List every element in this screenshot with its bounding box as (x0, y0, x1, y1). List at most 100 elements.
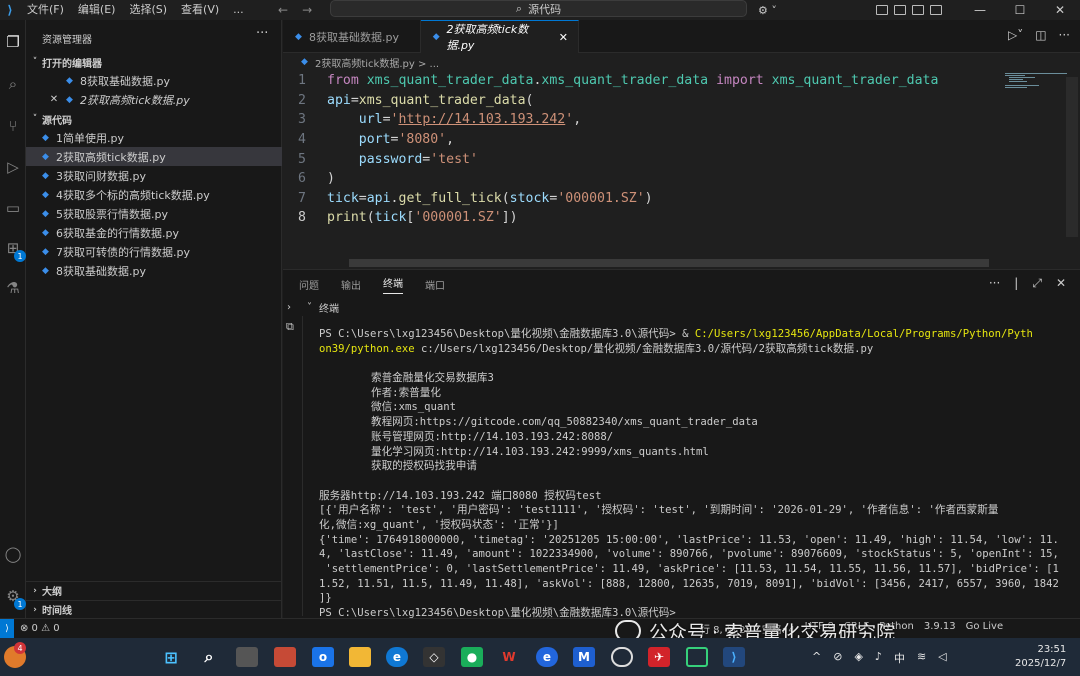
close-tab-icon[interactable]: ✕ (559, 31, 568, 44)
terminal-output[interactable]: PS C:\Users\lxg123456\Desktop\量化视频\金融数据库… (319, 327, 1069, 619)
search-view-icon[interactable]: ⌕ (3, 74, 23, 94)
code-line[interactable]: 6) (283, 169, 993, 189)
toggle-sidebar-icon[interactable] (894, 5, 906, 15)
layout-icon[interactable] (876, 5, 888, 15)
toggle-secondary-sidebar-icon[interactable] (930, 5, 942, 15)
menu-selection[interactable]: 选择(S) (122, 0, 174, 20)
remote-indicator-icon[interactable]: ⟩ (0, 618, 14, 639)
timeline-section[interactable]: › 时间线 (26, 600, 282, 618)
code-line[interactable]: 7 tick = api. get_full_tick(stock = '000001.SZ… (283, 189, 993, 209)
camera-app-icon[interactable] (611, 647, 633, 667)
file-item[interactable]: ◆ 3获取问财数据.py (26, 166, 282, 185)
folder-section[interactable]: ˅ 源代码 (26, 110, 282, 128)
menu-file[interactable]: 文件(F) (20, 0, 71, 20)
maximize-panel-icon[interactable]: ⤢ (1032, 276, 1042, 291)
search-icon[interactable]: ⌕ (198, 647, 220, 667)
code-line[interactable]: 3 url = ' http://14.103.193.242 ', (283, 110, 993, 130)
extensions-badge: 1 (14, 250, 26, 262)
editor-scrollbar[interactable] (1066, 77, 1078, 237)
close-icon[interactable]: ✕ (48, 94, 60, 105)
code-line[interactable]: 2 api = xms_quant_trader_data( (283, 91, 993, 111)
code-editor[interactable]: 1 from xms_quant_trader_data. xms_quant_tr… (283, 71, 1080, 269)
forward-arrow-icon[interactable]: → (302, 3, 312, 17)
minimap[interactable] (993, 71, 1073, 231)
close-panel-icon[interactable]: ✕ (1056, 276, 1066, 291)
breadcrumb[interactable]: ◆ 2获取高频tick数据.py > ... (283, 53, 1080, 71)
store-icon[interactable] (274, 647, 296, 667)
more-actions-icon[interactable]: ··· (1059, 28, 1070, 42)
status-item[interactable]: 3.9.13 (924, 621, 956, 636)
file-item-selected[interactable]: ◆ 2获取高频tick数据.py (26, 147, 282, 166)
tab-terminal[interactable]: 终端 (383, 275, 403, 294)
open-editor-item[interactable]: ◆ 8获取基础数据.py (26, 71, 282, 90)
tab-problems[interactable]: 问题 (299, 277, 319, 292)
menu-view[interactable]: 查看(V) (174, 0, 226, 20)
horizontal-scrollbar[interactable] (349, 259, 989, 267)
file-item[interactable]: ◆ 8获取基础数据.py (26, 261, 282, 280)
clock[interactable]: 23:51 2025/12/7 (1015, 643, 1066, 671)
edge-icon[interactable]: e (386, 647, 408, 667)
tab-output[interactable]: 输出 (341, 277, 361, 292)
panel-tabs: 问题 输出 终端 端口 (299, 270, 445, 298)
remote-explorer-icon[interactable]: ▭ (3, 198, 23, 218)
testing-icon[interactable]: ⚗ (3, 278, 23, 298)
terminal-icon[interactable]: ⧉ (286, 320, 294, 334)
command-center-search[interactable]: ⌕ 源代码 (330, 0, 747, 17)
file-item[interactable]: ◆ 7获取可转债的行情数据.py (26, 242, 282, 261)
security-icon[interactable]: ◈ (854, 650, 862, 666)
source-control-icon[interactable]: ⑂ (3, 116, 23, 136)
task-view-icon[interactable] (236, 647, 258, 667)
outlook-icon[interactable]: o (312, 647, 334, 667)
tray-chevron-icon[interactable]: ^ (812, 650, 821, 666)
back-arrow-icon[interactable]: ← (278, 3, 288, 17)
app-icon[interactable]: ◇ (423, 647, 445, 667)
close-window-icon[interactable]: ✕ (1040, 3, 1080, 17)
panel-more-icon[interactable]: ··· (989, 276, 1000, 291)
chevron-down-icon[interactable]: ˅ (307, 302, 319, 313)
code-line[interactable]: 5 password ='test' (283, 149, 993, 169)
toggle-panel-icon[interactable] (912, 5, 924, 15)
file-item[interactable]: ◆ 1简单使用.py (26, 128, 282, 147)
microphone-icon[interactable]: ♪ (875, 650, 882, 666)
more-actions-icon[interactable]: ··· (256, 26, 268, 41)
open-editors-section[interactable]: ˅ 打开的编辑器 (26, 53, 282, 71)
tab-tick-data[interactable]: ◆ 2获取高频tick数据.py ✕ (421, 20, 579, 53)
open-editor-item-active[interactable]: ✕ ◆ 2获取高频tick数据.py (26, 90, 282, 109)
terminal-header[interactable]: › ˅ 终端 (287, 298, 1067, 316)
ai-browser-icon[interactable]: e (536, 647, 558, 667)
wps-icon[interactable]: W (498, 647, 520, 667)
run-debug-icon[interactable]: ▷ (3, 157, 23, 177)
menu-more[interactable]: ... (226, 0, 251, 20)
run-file-icon[interactable]: ▷˅ (1008, 28, 1023, 42)
app-m-icon[interactable]: M (573, 647, 595, 667)
wifi-icon[interactable]: ≋ (917, 650, 926, 666)
code-line[interactable]: 8 print(tick['000001.SZ']) (283, 208, 993, 228)
status-item[interactable]: Go Live (966, 621, 1003, 636)
chevron-right-icon[interactable]: › (287, 302, 301, 313)
problems-count[interactable]: ⊗ 0 ⚠ 0 (20, 623, 60, 634)
code-line[interactable]: 4 port = '8080', (283, 130, 993, 150)
vscode-taskbar-icon[interactable]: ⟩ (723, 647, 745, 667)
copilot-icon[interactable]: ⚙ ˅ (758, 0, 777, 20)
trading-app-icon[interactable]: ✈ (648, 647, 670, 667)
start-icon[interactable]: ⊞ (160, 647, 182, 667)
message-app-icon[interactable] (686, 647, 708, 667)
tab-base-data[interactable]: ◆ 8获取基础数据.py (283, 20, 421, 53)
file-item[interactable]: ◆ 5获取股票行情数据.py (26, 204, 282, 223)
tab-ports[interactable]: 端口 (425, 277, 445, 292)
network-off-icon[interactable]: ⊘ (833, 650, 842, 666)
file-item[interactable]: ◆ 4获取多个标的高频tick数据.py (26, 185, 282, 204)
outline-section[interactable]: › 大纲 (26, 581, 282, 599)
menu-edit[interactable]: 编辑(E) (71, 0, 123, 20)
file-item[interactable]: ◆ 6获取基金的行情数据.py (26, 223, 282, 242)
minimize-icon[interactable]: — (960, 3, 1000, 17)
code-line[interactable]: 1 from xms_quant_trader_data. xms_quant_tr… (283, 71, 993, 91)
input-method[interactable]: 中 (894, 650, 905, 666)
account-icon[interactable]: ◯ (3, 544, 23, 564)
maximize-icon[interactable]: ☐ (1000, 3, 1040, 17)
split-editor-icon[interactable]: ◫ (1035, 28, 1046, 42)
explorer-icon[interactable]: ❐ (3, 32, 23, 52)
chat-app-icon[interactable]: ● (461, 647, 483, 667)
file-explorer-icon[interactable] (349, 647, 371, 667)
volume-icon[interactable]: ◁ (938, 650, 946, 666)
